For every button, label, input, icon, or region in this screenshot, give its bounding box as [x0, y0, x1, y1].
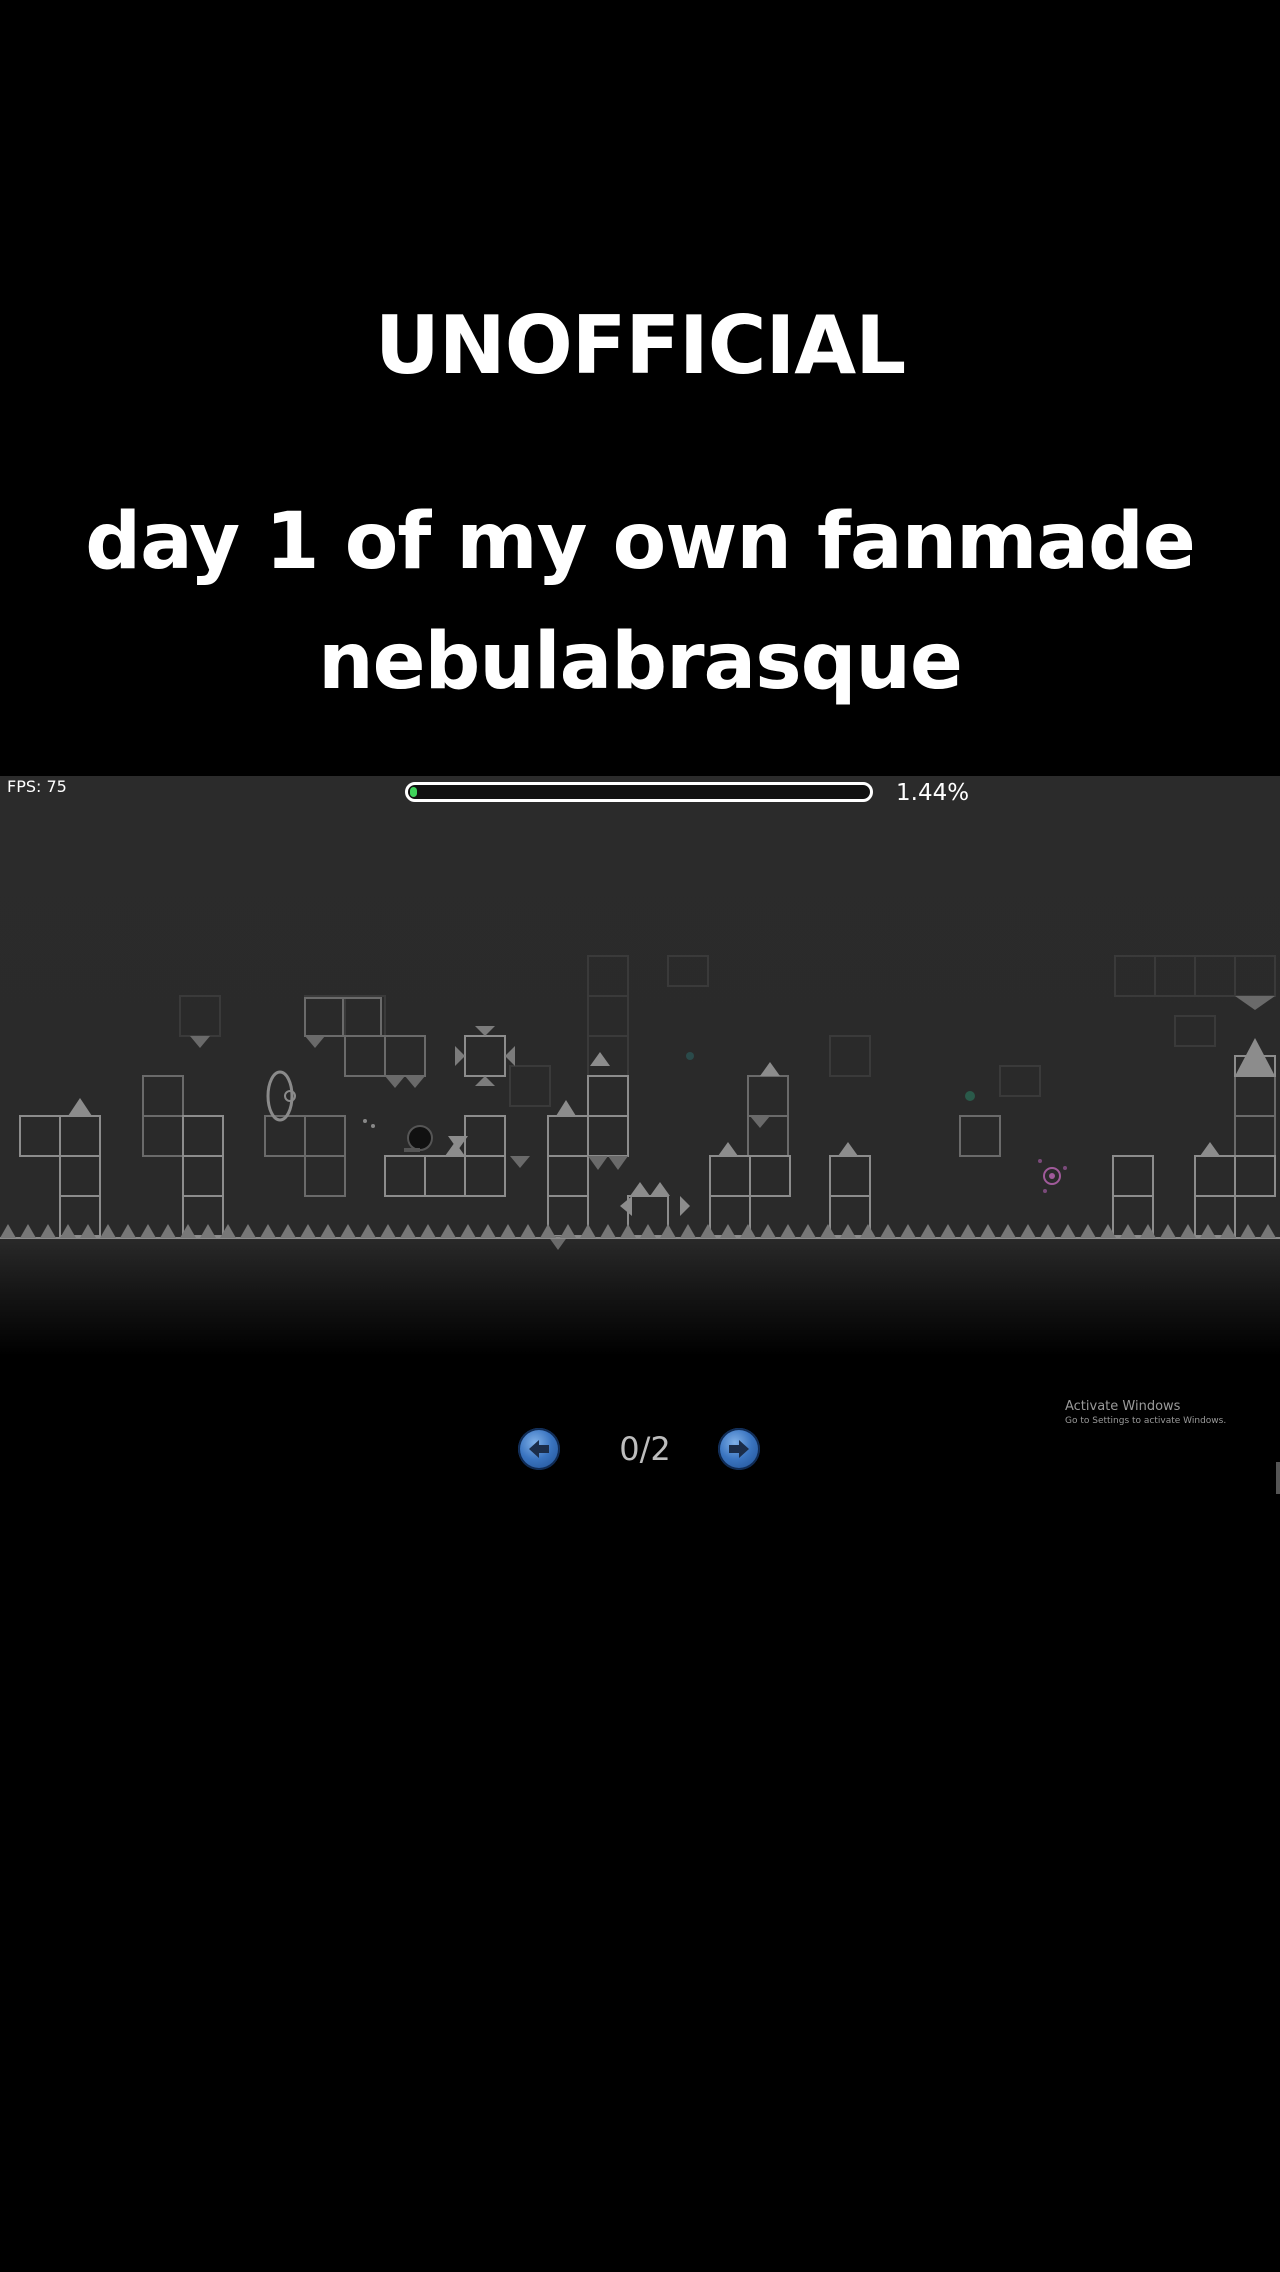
ground-spike: [960, 1224, 976, 1238]
ground-spike: [680, 1224, 696, 1238]
ground-spike: [20, 1224, 36, 1238]
ground-spike: [360, 1224, 376, 1238]
ground-spike: [640, 1224, 656, 1238]
ground-spike: [400, 1224, 416, 1238]
ground-spike: [820, 1224, 836, 1238]
caption-line-1: day 1 of my own fanmade: [85, 497, 1196, 587]
ground-spike: [160, 1224, 176, 1238]
ground-spike: [240, 1224, 256, 1238]
ground-spike: [1020, 1224, 1036, 1238]
ground-spike: [60, 1224, 76, 1238]
next-button[interactable]: [718, 1428, 760, 1470]
ground-spike: [580, 1224, 596, 1238]
page-counter: 0/2: [619, 1430, 671, 1468]
ground-spike: [1060, 1224, 1076, 1238]
ground-spike: [1000, 1224, 1016, 1238]
ground-spike: [100, 1224, 116, 1238]
ground-spike: [560, 1224, 576, 1238]
ground-spike: [380, 1224, 396, 1238]
ground-spike: [1120, 1224, 1136, 1238]
ground-spike: [660, 1224, 676, 1238]
ground-spike: [720, 1224, 736, 1238]
ground-spike: [540, 1224, 556, 1238]
ground-spike: [200, 1224, 216, 1238]
ground-spike: [1200, 1224, 1216, 1238]
game-viewport[interactable]: FPS: 75 1.44%: [0, 776, 1280, 1356]
ground-spike: [40, 1224, 56, 1238]
ground-spike: [420, 1224, 436, 1238]
caption-line-2: nebulabrasque: [318, 617, 963, 707]
ground-spike: [500, 1224, 516, 1238]
ground-spike: [840, 1224, 856, 1238]
ground-spike: [980, 1224, 996, 1238]
foreground-blocks: [19, 1055, 1276, 1237]
ground-spike: [700, 1224, 716, 1238]
ground-spike: [900, 1224, 916, 1238]
progress-bar-fill: [410, 787, 417, 797]
ground-spike: [1220, 1224, 1236, 1238]
ground-spike: [340, 1224, 356, 1238]
ground-spike: [860, 1224, 876, 1238]
fps-counter: FPS: 75: [7, 777, 67, 796]
ground-spike: [320, 1224, 336, 1238]
arrow-right-icon: [729, 1440, 749, 1458]
ground-spike: [620, 1224, 636, 1238]
ground-spike: [600, 1224, 616, 1238]
ground-spike: [760, 1224, 776, 1238]
ground-spike: [1240, 1224, 1256, 1238]
ground-spike: [120, 1224, 136, 1238]
ground-spike: [1160, 1224, 1176, 1238]
ground-spike: [480, 1224, 496, 1238]
block-spikes: [68, 1038, 1275, 1216]
ground-spike: [1040, 1224, 1056, 1238]
ground-spike: [1180, 1224, 1196, 1238]
previous-button[interactable]: [518, 1428, 560, 1470]
ground-spike: [1260, 1224, 1276, 1238]
background-blocks: [179, 955, 1276, 1107]
ground-spike: [440, 1224, 456, 1238]
arrow-left-icon: [529, 1440, 549, 1458]
window-edge: [1276, 1462, 1280, 1494]
ground-spike: [260, 1224, 276, 1238]
ground-spike: [300, 1224, 316, 1238]
ground-spike: [460, 1224, 476, 1238]
portals: [266, 1052, 1067, 1193]
ground-spike: [740, 1224, 756, 1238]
ground-spike: [920, 1224, 936, 1238]
ground-spike: [80, 1224, 96, 1238]
ground-spike: [520, 1224, 536, 1238]
ground-spike: [940, 1224, 956, 1238]
spike-block: [455, 1026, 515, 1086]
watermark-title: Activate Windows: [1065, 1399, 1181, 1414]
progress-bar: [405, 782, 873, 802]
player-icon: [404, 1125, 433, 1152]
watermark-subtitle: Go to Settings to activate Windows.: [1065, 1416, 1227, 1426]
ground-spike: [0, 1224, 16, 1238]
ground-spike: [800, 1224, 816, 1238]
ground-spike: [1080, 1224, 1096, 1238]
ground-spike: [280, 1224, 296, 1238]
caption-unofficial: UNOFFICIAL: [374, 299, 906, 392]
ground-spike: [880, 1224, 896, 1238]
level-scene: [0, 955, 1280, 1250]
ground-spike: [780, 1224, 796, 1238]
progress-percentage: 1.44%: [896, 780, 970, 806]
activate-windows-watermark: Activate Windows Go to Settings to activ…: [1065, 1399, 1226, 1427]
ground-spike: [140, 1224, 156, 1238]
